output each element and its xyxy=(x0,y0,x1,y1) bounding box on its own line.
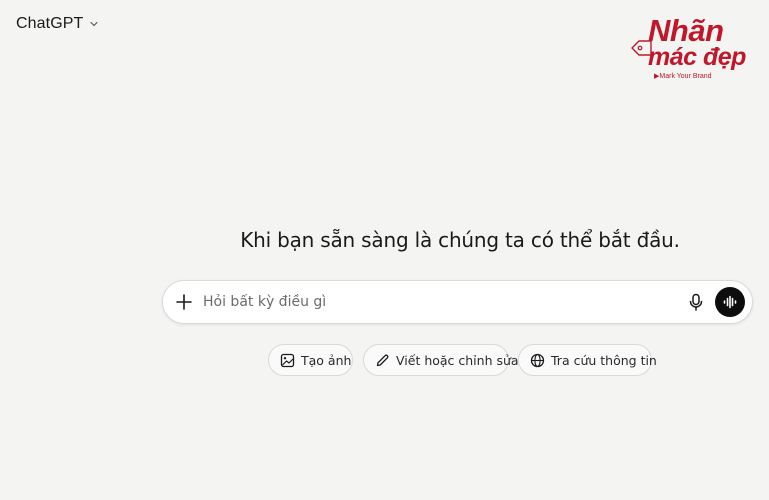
suggestion-label: Viết hoặc chỉnh sửa xyxy=(396,352,519,368)
welcome-headline: Khi bạn sẵn sàng là chúng ta có thể bắt … xyxy=(240,228,680,252)
watermark-slogan: ▶Mark Your Brand xyxy=(654,73,712,80)
watermark-logo: Nhãn mác đẹp ▶Mark Your Brand xyxy=(628,14,760,86)
suggestion-chips: Tạo ảnh Viết hoặc chỉnh sửa Tra cứu thôn… xyxy=(0,344,769,377)
prompt-input[interactable] xyxy=(203,290,673,314)
prompt-composer xyxy=(162,280,753,324)
suggestion-write-edit[interactable]: Viết hoặc chỉnh sửa xyxy=(363,344,519,376)
suggestion-look-up[interactable]: Tra cứu thông tin xyxy=(518,344,657,376)
globe-icon xyxy=(530,353,545,367)
suggestion-label: Tạo ảnh xyxy=(301,352,352,368)
voice-mode-icon xyxy=(723,295,737,309)
watermark-line-2: mác đẹp xyxy=(648,43,746,71)
suggestion-create-image[interactable]: Tạo ảnh xyxy=(268,344,353,376)
suggestion-label: Tra cứu thông tin xyxy=(551,352,657,368)
image-icon xyxy=(280,353,295,367)
plus-icon[interactable] xyxy=(174,292,194,312)
voice-mode-button[interactable] xyxy=(715,287,745,317)
model-name: ChatGPT xyxy=(16,15,84,32)
pencil-icon xyxy=(376,354,389,366)
chevron-down-icon xyxy=(90,21,98,27)
mic-icon[interactable] xyxy=(686,292,706,312)
model-switcher[interactable]: ChatGPT xyxy=(16,13,99,35)
